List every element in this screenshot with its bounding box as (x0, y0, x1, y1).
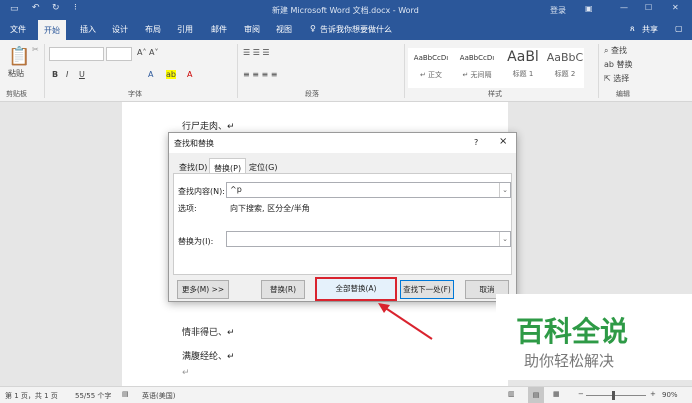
login-link[interactable]: 登录 (550, 5, 566, 16)
doc-line: ↵ (182, 368, 190, 378)
watermark: 百科全说 助你轻松解决 (496, 294, 692, 380)
watermark-title: 百科全说 (516, 315, 629, 348)
undo-icon[interactable]: ↶ (32, 3, 40, 13)
tab-insert[interactable]: 插入 (80, 24, 96, 35)
bold-icon[interactable]: B (52, 70, 58, 79)
group-font: 字体 (128, 90, 142, 98)
cut-icon[interactable]: ✂ (32, 45, 39, 54)
proofing-icon[interactable]: ▤ (122, 390, 129, 398)
word-count[interactable]: 55/55 个字 (75, 391, 111, 401)
font-size-select[interactable] (106, 47, 132, 61)
chevron-down-icon[interactable]: ⌄ (499, 183, 510, 197)
replace-button[interactable]: ab 替换 (604, 59, 633, 70)
font-color-icon[interactable]: A (187, 70, 192, 79)
close-icon[interactable]: ✕ (672, 3, 679, 12)
find-replace-dialog: 查找和替换 ? × 查找(D) 替换(P) 定位(G) 查找内容(N): ^p ⌄… (168, 132, 517, 302)
replace-button[interactable]: 替换(R) (261, 280, 305, 299)
tab-replace[interactable]: 替换(P) (209, 158, 247, 174)
tab-view[interactable]: 视图 (276, 24, 292, 35)
maximize-icon[interactable]: ☐ (645, 3, 652, 12)
options-value: 向下搜索, 区分全/半角 (230, 204, 310, 213)
title-bar: ▭ ↶ ↻ ⁝ 新建 Microsoft Word 文档.docx - Word… (0, 0, 692, 20)
save-icon[interactable]: ▭ (10, 4, 19, 14)
style-heading1[interactable]: AaBl 标题 1 (500, 48, 546, 88)
paste-button[interactable]: 粘贴 (8, 68, 24, 79)
zoom-in-icon[interactable]: + (650, 390, 656, 398)
font-name-select[interactable] (49, 47, 104, 61)
read-mode-icon[interactable]: ▥ (508, 390, 515, 398)
find-input[interactable]: ^p ⌄ (226, 182, 511, 198)
red-arrow-annotation (378, 303, 433, 340)
language[interactable]: 英语(美国) (142, 391, 175, 401)
style-heading2[interactable]: AaBbC 标题 2 (546, 48, 584, 88)
group-styles: 样式 (488, 90, 502, 98)
zoom-slider-thumb[interactable] (612, 391, 615, 400)
find-button[interactable]: ⌕ 查找 (604, 45, 627, 56)
doc-line: 满腹经纶、↵ (182, 352, 235, 362)
help-button[interactable]: ? (474, 138, 478, 147)
bullets-icon[interactable]: ☰ ☰ ☰ (243, 48, 270, 57)
options-label: 选项: (178, 204, 197, 213)
window-title: 新建 Microsoft Word 文档.docx - Word (272, 6, 419, 15)
customize-icon[interactable]: ⁝ (74, 3, 77, 13)
align-icon[interactable]: ≡ ≡ ≡ ≡ (243, 70, 277, 79)
group-clipboard: 剪贴板 (6, 90, 27, 98)
style-normal[interactable]: AaBbCcDı ↵ 正文 (408, 48, 454, 88)
tab-design[interactable]: 设计 (112, 24, 128, 35)
status-bar: 第 1 页，共 1 页 55/55 个字 ▤ 英语(美国) ▥ ▤ ▦ − + … (0, 386, 692, 403)
watermark-subtitle: 助你轻松解决 (524, 352, 615, 370)
group-editing: 编辑 (616, 90, 630, 98)
tab-goto[interactable]: 定位(G) (249, 162, 277, 173)
style-no-spacing[interactable]: AaBbCcDı ↵ 无间隔 (454, 48, 500, 88)
lightbulb-icon: ♀ (310, 24, 316, 33)
dialog-title: 查找和替换 (174, 139, 214, 148)
paste-icon[interactable]: 📋 (8, 46, 30, 67)
more-button[interactable]: 更多(M) >> (177, 280, 229, 299)
minimize-icon[interactable]: — (620, 3, 628, 12)
text-effects-icon[interactable]: A (148, 70, 153, 79)
doc-line: 情非得已、↵ (182, 328, 235, 338)
underline-icon[interactable]: U (79, 70, 85, 79)
redo-icon[interactable]: ↻ (52, 3, 60, 13)
close-button[interactable]: × (499, 136, 507, 147)
tab-references[interactable]: 引用 (177, 24, 193, 35)
zoom-slider[interactable] (586, 395, 646, 396)
user-icon: ጸ (630, 24, 635, 33)
zoom-level[interactable]: 90% (662, 391, 678, 399)
find-label: 查找内容(N): (178, 187, 225, 196)
tab-file[interactable]: 文件 (10, 24, 26, 35)
ribbon: 📋 粘贴 ✂ 剪贴板 A˄ A˅ B I U A ab A 字体 ☰ ☰ ☰ ≡… (0, 40, 692, 102)
print-layout-icon[interactable]: ▤ (528, 387, 544, 403)
doc-line: 行尸走肉、↵ (182, 122, 235, 132)
zoom-out-icon[interactable]: − (578, 390, 584, 398)
group-paragraph: 段落 (305, 90, 319, 98)
tab-review[interactable]: 审阅 (244, 24, 260, 35)
replace-label: 替换为(I): (178, 237, 214, 246)
highlight-icon[interactable]: ab (166, 70, 176, 79)
tab-find[interactable]: 查找(D) (179, 162, 207, 173)
chevron-down-icon[interactable]: ⌄ (499, 232, 510, 246)
tab-home[interactable]: 开始 (38, 20, 66, 40)
comments-icon[interactable]: ▢ (675, 24, 683, 33)
web-layout-icon[interactable]: ▦ (553, 390, 560, 398)
tab-layout[interactable]: 布局 (145, 24, 161, 35)
page-count[interactable]: 第 1 页，共 1 页 (5, 391, 58, 401)
tab-mailings[interactable]: 邮件 (211, 24, 227, 35)
select-button[interactable]: ⇱ 选择 (604, 73, 629, 84)
grow-font-icon[interactable]: A˄ A˅ (137, 48, 159, 57)
italic-icon[interactable]: I (66, 70, 68, 79)
ribbon-options-icon[interactable]: ▣ (585, 4, 593, 13)
tell-me-input[interactable]: 告诉我你想要做什么 (320, 24, 392, 35)
share-button[interactable]: 共享 (642, 24, 658, 35)
replace-input[interactable]: ⌄ (226, 231, 511, 247)
ribbon-tabs: 文件 开始 插入 设计 布局 引用 邮件 审阅 视图 ♀ 告诉我你想要做什么 ጸ… (0, 20, 692, 40)
